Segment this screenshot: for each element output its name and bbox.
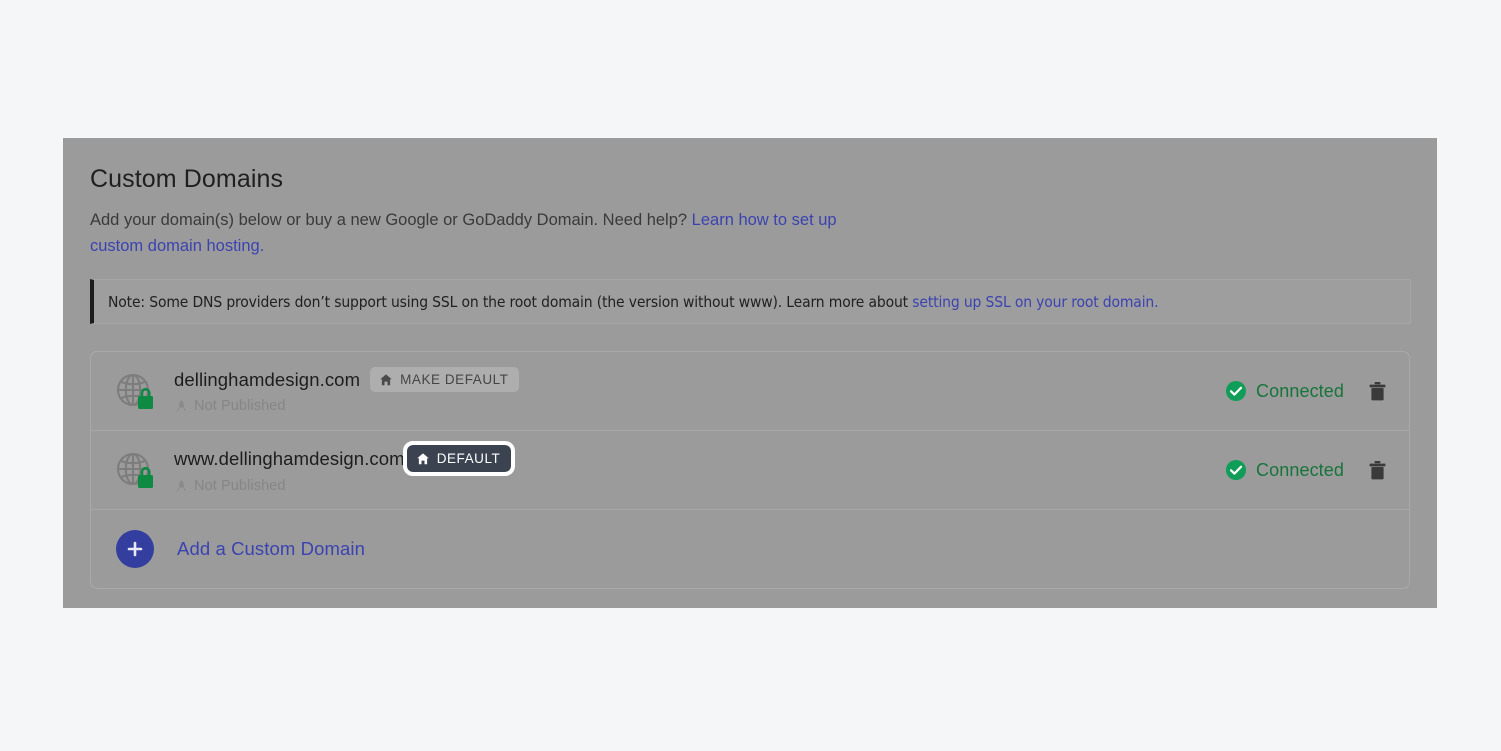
add-custom-domain-label[interactable]: Add a Custom Domain: [177, 537, 365, 561]
connection-status-label: Connected: [1256, 460, 1344, 480]
table-row[interactable]: www.dellinghamdesign.com DEFAULT Not Pub…: [91, 431, 1409, 510]
ssl-note-callout: Note: Some DNS providers don’t support u…: [90, 279, 1411, 324]
globe-lock-icon: [113, 369, 157, 413]
row-actions: Connected: [1225, 457, 1389, 483]
screen: Custom Domains Add your domain(s) below …: [0, 0, 1501, 751]
check-circle-icon: [1226, 460, 1247, 480]
publish-status-label: Not Published: [194, 478, 286, 494]
ssl-note-text: Note: Some DNS providers don’t support u…: [108, 292, 1159, 312]
domains-card: dellinghamdesign.com MAKE DEFAULT Not Pu…: [90, 351, 1410, 589]
domain-info: dellinghamdesign.com MAKE DEFAULT Not Pu…: [174, 367, 1225, 415]
default-badge-label: DEFAULT: [436, 451, 501, 466]
domain-name-line: www.dellinghamdesign.com DEFAULT: [174, 441, 1225, 476]
make-default-button[interactable]: MAKE DEFAULT: [370, 367, 520, 392]
trash-icon: [1369, 460, 1385, 479]
publish-status: Not Published: [175, 397, 1225, 415]
trash-icon: [1369, 381, 1385, 400]
home-icon: [416, 452, 429, 464]
publish-status: Not Published: [175, 477, 1225, 495]
globe-lock-icon: [113, 448, 157, 492]
delete-domain-button[interactable]: [1365, 457, 1389, 483]
rocket-icon: [176, 479, 187, 491]
connection-status-label: Connected: [1256, 381, 1344, 401]
default-badge[interactable]: DEFAULT: [402, 441, 516, 476]
row-actions: Connected: [1225, 378, 1389, 404]
table-row[interactable]: dellinghamdesign.com MAKE DEFAULT Not Pu…: [91, 352, 1409, 431]
status-badge: Connected: [1225, 380, 1344, 402]
ssl-root-domain-link[interactable]: setting up SSL on your root domain.: [912, 293, 1158, 311]
domain-name-line: dellinghamdesign.com MAKE DEFAULT: [174, 367, 1225, 392]
publish-status-label: Not Published: [194, 398, 286, 414]
status-badge: Connected: [1225, 459, 1344, 481]
panel-description-text: Add your domain(s) below or buy a new Go…: [90, 211, 692, 229]
home-icon: [380, 373, 392, 385]
rocket-icon: [176, 399, 187, 411]
domain-name: www.dellinghamdesign.com: [174, 447, 405, 469]
page-title: Custom Domains: [90, 165, 284, 193]
domain-info: www.dellinghamdesign.com DEFAULT Not Pub…: [174, 441, 1225, 495]
delete-domain-button[interactable]: [1365, 378, 1389, 404]
check-circle-icon: [1226, 381, 1247, 401]
domain-name: dellinghamdesign.com: [174, 368, 361, 390]
custom-domains-panel: Custom Domains Add your domain(s) below …: [63, 138, 1437, 608]
panel-description: Add your domain(s) below or buy a new Go…: [90, 207, 890, 259]
plus-icon[interactable]: [116, 530, 154, 568]
make-default-label: MAKE DEFAULT: [400, 372, 509, 387]
add-custom-domain-row[interactable]: Add a Custom Domain: [91, 510, 1409, 588]
ssl-note-body: Note: Some DNS providers don’t support u…: [108, 292, 913, 311]
